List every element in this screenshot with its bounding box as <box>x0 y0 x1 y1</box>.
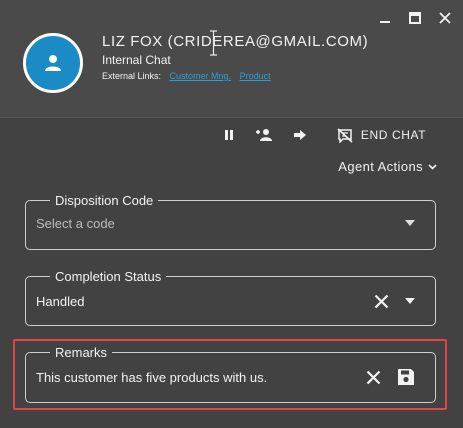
completion-status-legend: Completion Status <box>55 269 162 284</box>
end-chat-icon <box>337 127 353 143</box>
close-icon[interactable] <box>435 8 455 28</box>
clear-x-icon[interactable] <box>374 294 389 309</box>
add-participant-button[interactable] <box>254 124 274 146</box>
save-icon[interactable] <box>397 368 415 386</box>
disposition-code-placeholder: Select a code <box>36 215 115 231</box>
clear-x-icon[interactable] <box>366 370 381 385</box>
chat-toolbar: END CHAT <box>0 124 463 148</box>
contact-name: LIZ FOX (CRIDEREA@GMAIL.COM) <box>102 33 369 50</box>
pause-button[interactable] <box>221 124 237 146</box>
transfer-arrow-icon <box>294 130 306 140</box>
completion-status-select[interactable]: Completion Status Handled <box>25 269 436 326</box>
text-cursor-icon <box>210 30 217 56</box>
user-icon <box>45 55 61 71</box>
chat-window: LIZ FOX (CRIDEREA@GMAIL.COM) Internal Ch… <box>0 0 463 428</box>
dropdown-caret-icon[interactable] <box>405 220 415 226</box>
completion-status-value: Handled <box>36 293 85 309</box>
agent-actions-label: Agent Actions <box>338 159 423 174</box>
avatar <box>23 33 83 93</box>
link-customer-mng[interactable]: Customer Mng. <box>170 71 232 81</box>
chevron-down-icon <box>428 163 437 170</box>
external-links: External Links: Customer Mng. Product <box>102 71 271 81</box>
pause-icon <box>225 130 233 140</box>
link-product[interactable]: Product <box>240 71 271 81</box>
chat-type: Internal Chat <box>102 53 171 67</box>
remarks-input[interactable]: This customer has five products with us. <box>36 370 366 385</box>
end-chat-button[interactable]: END CHAT <box>334 124 429 146</box>
remarks-legend: Remarks <box>55 345 108 360</box>
window-controls <box>375 8 455 28</box>
dropdown-caret-icon[interactable] <box>405 298 415 304</box>
agent-actions-menu[interactable]: Agent Actions <box>338 159 437 174</box>
minimize-icon[interactable] <box>375 8 395 28</box>
disposition-code-legend: Disposition Code <box>55 193 154 208</box>
header-divider <box>0 117 463 118</box>
remarks-field[interactable]: Remarks This customer has five products … <box>25 345 436 403</box>
maximize-icon[interactable] <box>405 8 425 28</box>
transfer-button[interactable] <box>292 124 308 146</box>
add-user-icon <box>256 129 272 141</box>
chat-header: LIZ FOX (CRIDEREA@GMAIL.COM) Internal Ch… <box>0 0 463 117</box>
external-links-label: External Links: <box>102 71 162 81</box>
end-chat-label: END CHAT <box>360 128 427 142</box>
disposition-code-select[interactable]: Disposition Code Select a code <box>25 193 436 250</box>
